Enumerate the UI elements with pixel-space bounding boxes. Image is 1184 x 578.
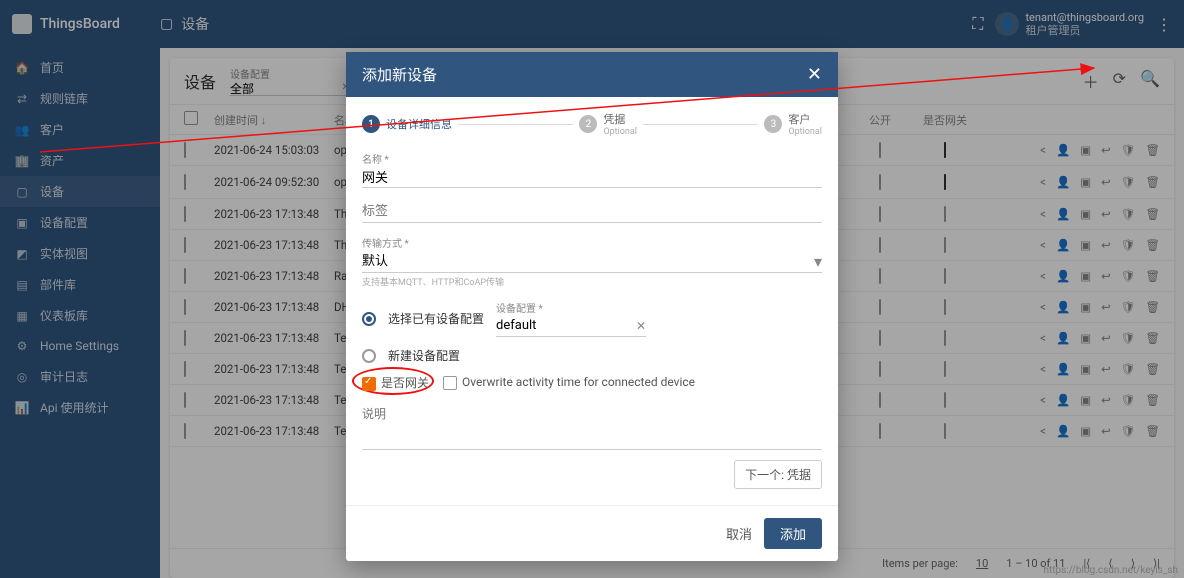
device-profile-input[interactable] — [496, 315, 646, 337]
description-textarea[interactable] — [362, 405, 822, 450]
step-1-num: 1 — [362, 115, 380, 133]
label-input[interactable] — [362, 201, 822, 223]
add-button[interactable]: 添加 — [764, 518, 822, 549]
step-3-label: 客户 — [788, 111, 822, 127]
transport-label: 传输方式 * — [362, 235, 822, 250]
radio-existing-profile[interactable] — [362, 312, 376, 326]
step-1-label: 设备详细信息 — [386, 116, 452, 132]
step-2-num: 2 — [579, 115, 597, 133]
step-2-label: 凭据 — [603, 111, 637, 127]
overwrite-checkbox-wrap[interactable]: Overwrite activity time for connected de… — [443, 375, 695, 390]
overwrite-checkbox-label: Overwrite activity time for connected de… — [462, 375, 695, 389]
radio-new-profile[interactable] — [362, 349, 376, 363]
step-1[interactable]: 1 设备详细信息 — [362, 115, 452, 133]
cancel-button[interactable]: 取消 — [726, 518, 752, 549]
stepper: 1 设备详细信息 2 凭据 Optional 3 客户 Optional — [346, 97, 838, 151]
device-profile-label: 设备配置 * — [496, 300, 646, 315]
gateway-checkbox-label: 是否网关 — [381, 376, 429, 390]
step-3[interactable]: 3 客户 Optional — [764, 111, 822, 137]
radio-existing-label: 选择已有设备配置 — [388, 310, 484, 327]
step-2[interactable]: 2 凭据 Optional — [579, 111, 637, 137]
name-field-label: 名称 * — [362, 151, 822, 166]
step-3-num: 3 — [764, 115, 782, 133]
gateway-checkbox[interactable] — [362, 377, 376, 391]
step-3-optional: Optional — [788, 127, 822, 137]
gateway-checkbox-wrap[interactable]: 是否网关 — [362, 374, 429, 391]
step-2-optional: Optional — [603, 127, 637, 137]
close-icon[interactable]: ✕ — [807, 64, 822, 85]
clear-profile-icon[interactable]: ✕ — [636, 319, 646, 333]
radio-new-label: 新建设备配置 — [388, 347, 460, 364]
overwrite-checkbox[interactable] — [443, 376, 457, 390]
transport-select[interactable]: 默认 — [362, 251, 822, 273]
name-input[interactable] — [362, 166, 822, 188]
add-device-dialog: 添加新设备 ✕ 1 设备详细信息 2 凭据 Optional 3 客户 Opti… — [346, 52, 838, 561]
dialog-title: 添加新设备 — [362, 64, 437, 85]
transport-hint: 支持基本MQTT、HTTP和CoAP传输 — [362, 275, 822, 288]
chevron-down-icon: ▾ — [814, 252, 822, 271]
next-step-button[interactable]: 下一个: 凭据 — [734, 460, 822, 489]
